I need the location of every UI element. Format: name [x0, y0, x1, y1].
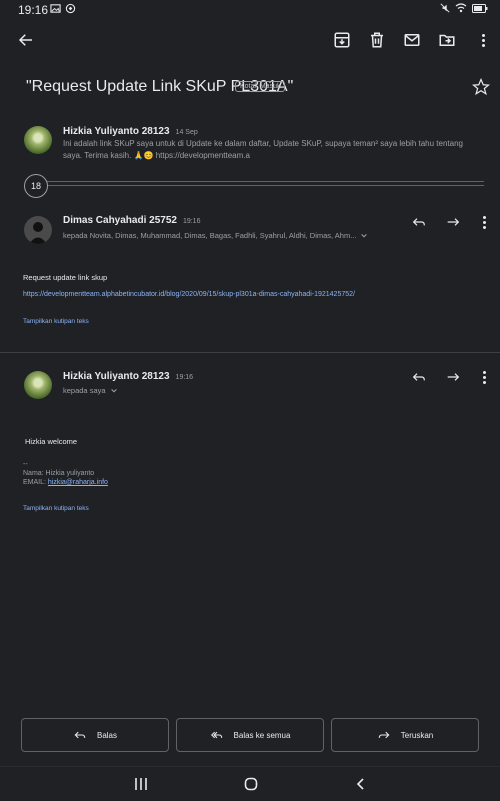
inbox-label-chip[interactable]: Kotak Masuk [235, 81, 286, 92]
message-collapsed-first[interactable]: Hizkia Yuliyanto 28123 14 Sep Ini adalah… [0, 118, 500, 168]
sender-name: Hizkia Yuliyanto 28123 [63, 371, 170, 382]
collapsed-messages-count[interactable]: 18 [24, 174, 48, 198]
star-icon [471, 77, 491, 96]
reply-button[interactable] [404, 362, 434, 392]
recipients-text: kepada saya [63, 386, 106, 395]
move-to-button[interactable] [432, 25, 462, 55]
forward-icon [447, 218, 460, 226]
avatar [24, 216, 52, 244]
recipients-toggle[interactable]: kepada saya [63, 386, 118, 395]
message-header: Dimas Cahyahadi 25752 19:16 [63, 215, 200, 226]
forward-icon [447, 373, 460, 381]
chevron-left-icon [356, 778, 364, 790]
star-button[interactable] [471, 77, 491, 96]
chevron-down-icon [110, 388, 117, 393]
system-back-button[interactable] [352, 775, 370, 793]
message-body: Hizkia welcome [25, 437, 78, 446]
message-header: Hizkia Yuliyanto 28123 14 Sep [63, 126, 198, 137]
signature-email-label: EMAIL: [23, 479, 48, 486]
reply-icon [412, 218, 425, 226]
move-folder-icon [439, 34, 455, 46]
reply-button[interactable] [404, 207, 434, 237]
show-quoted-text-link[interactable]: Tampilkan kutipan teks [23, 318, 89, 325]
recent-apps-button[interactable] [132, 775, 150, 793]
message-time: 19:16 [182, 218, 201, 225]
sender-name: Hizkia Yuliyanto 28123 [63, 126, 170, 137]
reply-all-footer-label: Balas ke semua [233, 730, 291, 740]
system-navigation-bar [0, 766, 500, 801]
mail-icon [404, 34, 420, 46]
toolbar [0, 20, 500, 62]
reply-footer-label: Balas [96, 730, 117, 740]
reply-icon [74, 731, 86, 739]
forward-footer-label: Teruskan [400, 730, 434, 740]
more-vert-icon [476, 369, 492, 385]
status-time: 19:16 [18, 3, 49, 17]
home-button[interactable] [242, 775, 260, 793]
body-link[interactable]: https://developmentteam.alphabetincubato… [23, 291, 355, 298]
image-notification-icon [50, 4, 61, 13]
message-snippet: Ini adalah link SKuP saya untuk di Updat… [63, 139, 463, 160]
signature: -- Nama: Hizkia yuliyanto EMAIL: hizkia@… [23, 460, 108, 487]
recent-apps-icon [135, 778, 147, 790]
message-body: Request update link skup [23, 273, 108, 282]
reply-all-footer-button[interactable]: Balas ke semua [176, 718, 324, 752]
message-time: 14 Sep [175, 129, 198, 136]
forward-footer-button[interactable]: Teruskan [331, 718, 479, 752]
app-notification-icon [65, 3, 76, 14]
reply-all-icon [210, 731, 222, 739]
reply-footer-button[interactable]: Balas [21, 718, 169, 752]
person-photo-icon [29, 222, 47, 244]
status-notification-icons [50, 3, 76, 14]
trash-icon [371, 32, 383, 48]
home-icon [244, 777, 258, 791]
collapsed-divider [46, 185, 484, 186]
forward-button[interactable] [438, 362, 468, 392]
sender-name: Dimas Cahyahadi 25752 [63, 215, 177, 226]
signature-separator: -- [23, 461, 28, 468]
message-more-button[interactable] [469, 362, 499, 392]
mute-icon [440, 3, 450, 13]
message-time: 19:16 [175, 374, 194, 381]
archive-button[interactable] [327, 25, 357, 55]
forward-icon [378, 731, 390, 739]
wifi-icon [455, 3, 467, 13]
arrow-back-icon [18, 34, 32, 46]
recipients-text: kepada Novita, Dimas, Muhammad, Dimas, B… [63, 231, 357, 240]
more-options-button[interactable] [468, 25, 498, 55]
status-bar: 19:16 [0, 0, 500, 20]
signature-email-line: EMAIL: hizkia@raharja.info [23, 478, 108, 487]
battery-icon [472, 3, 488, 13]
more-vert-icon [475, 32, 491, 48]
collapsed-divider [46, 181, 484, 182]
avatar [24, 371, 52, 399]
status-system-icons [440, 3, 488, 13]
reply-icon [412, 373, 425, 381]
chevron-down-icon [361, 233, 368, 238]
show-quoted-text-link[interactable]: Tampilkan kutipan teks [23, 505, 89, 512]
forward-button[interactable] [438, 207, 468, 237]
message-header: Hizkia Yuliyanto 28123 19:16 [63, 371, 193, 382]
signature-email-link[interactable]: hizkia@raharja.info [48, 479, 108, 486]
mark-unread-button[interactable] [397, 25, 427, 55]
recipients-toggle[interactable]: kepada Novita, Dimas, Muhammad, Dimas, B… [63, 231, 368, 240]
message-more-button[interactable] [469, 207, 499, 237]
avatar [24, 126, 52, 154]
message-divider [0, 352, 500, 353]
more-vert-icon [476, 214, 492, 230]
archive-icon [334, 32, 350, 48]
back-button[interactable] [11, 25, 41, 55]
signature-name: Nama: Hizkia yuliyanto [23, 470, 95, 477]
delete-button[interactable] [362, 25, 392, 55]
